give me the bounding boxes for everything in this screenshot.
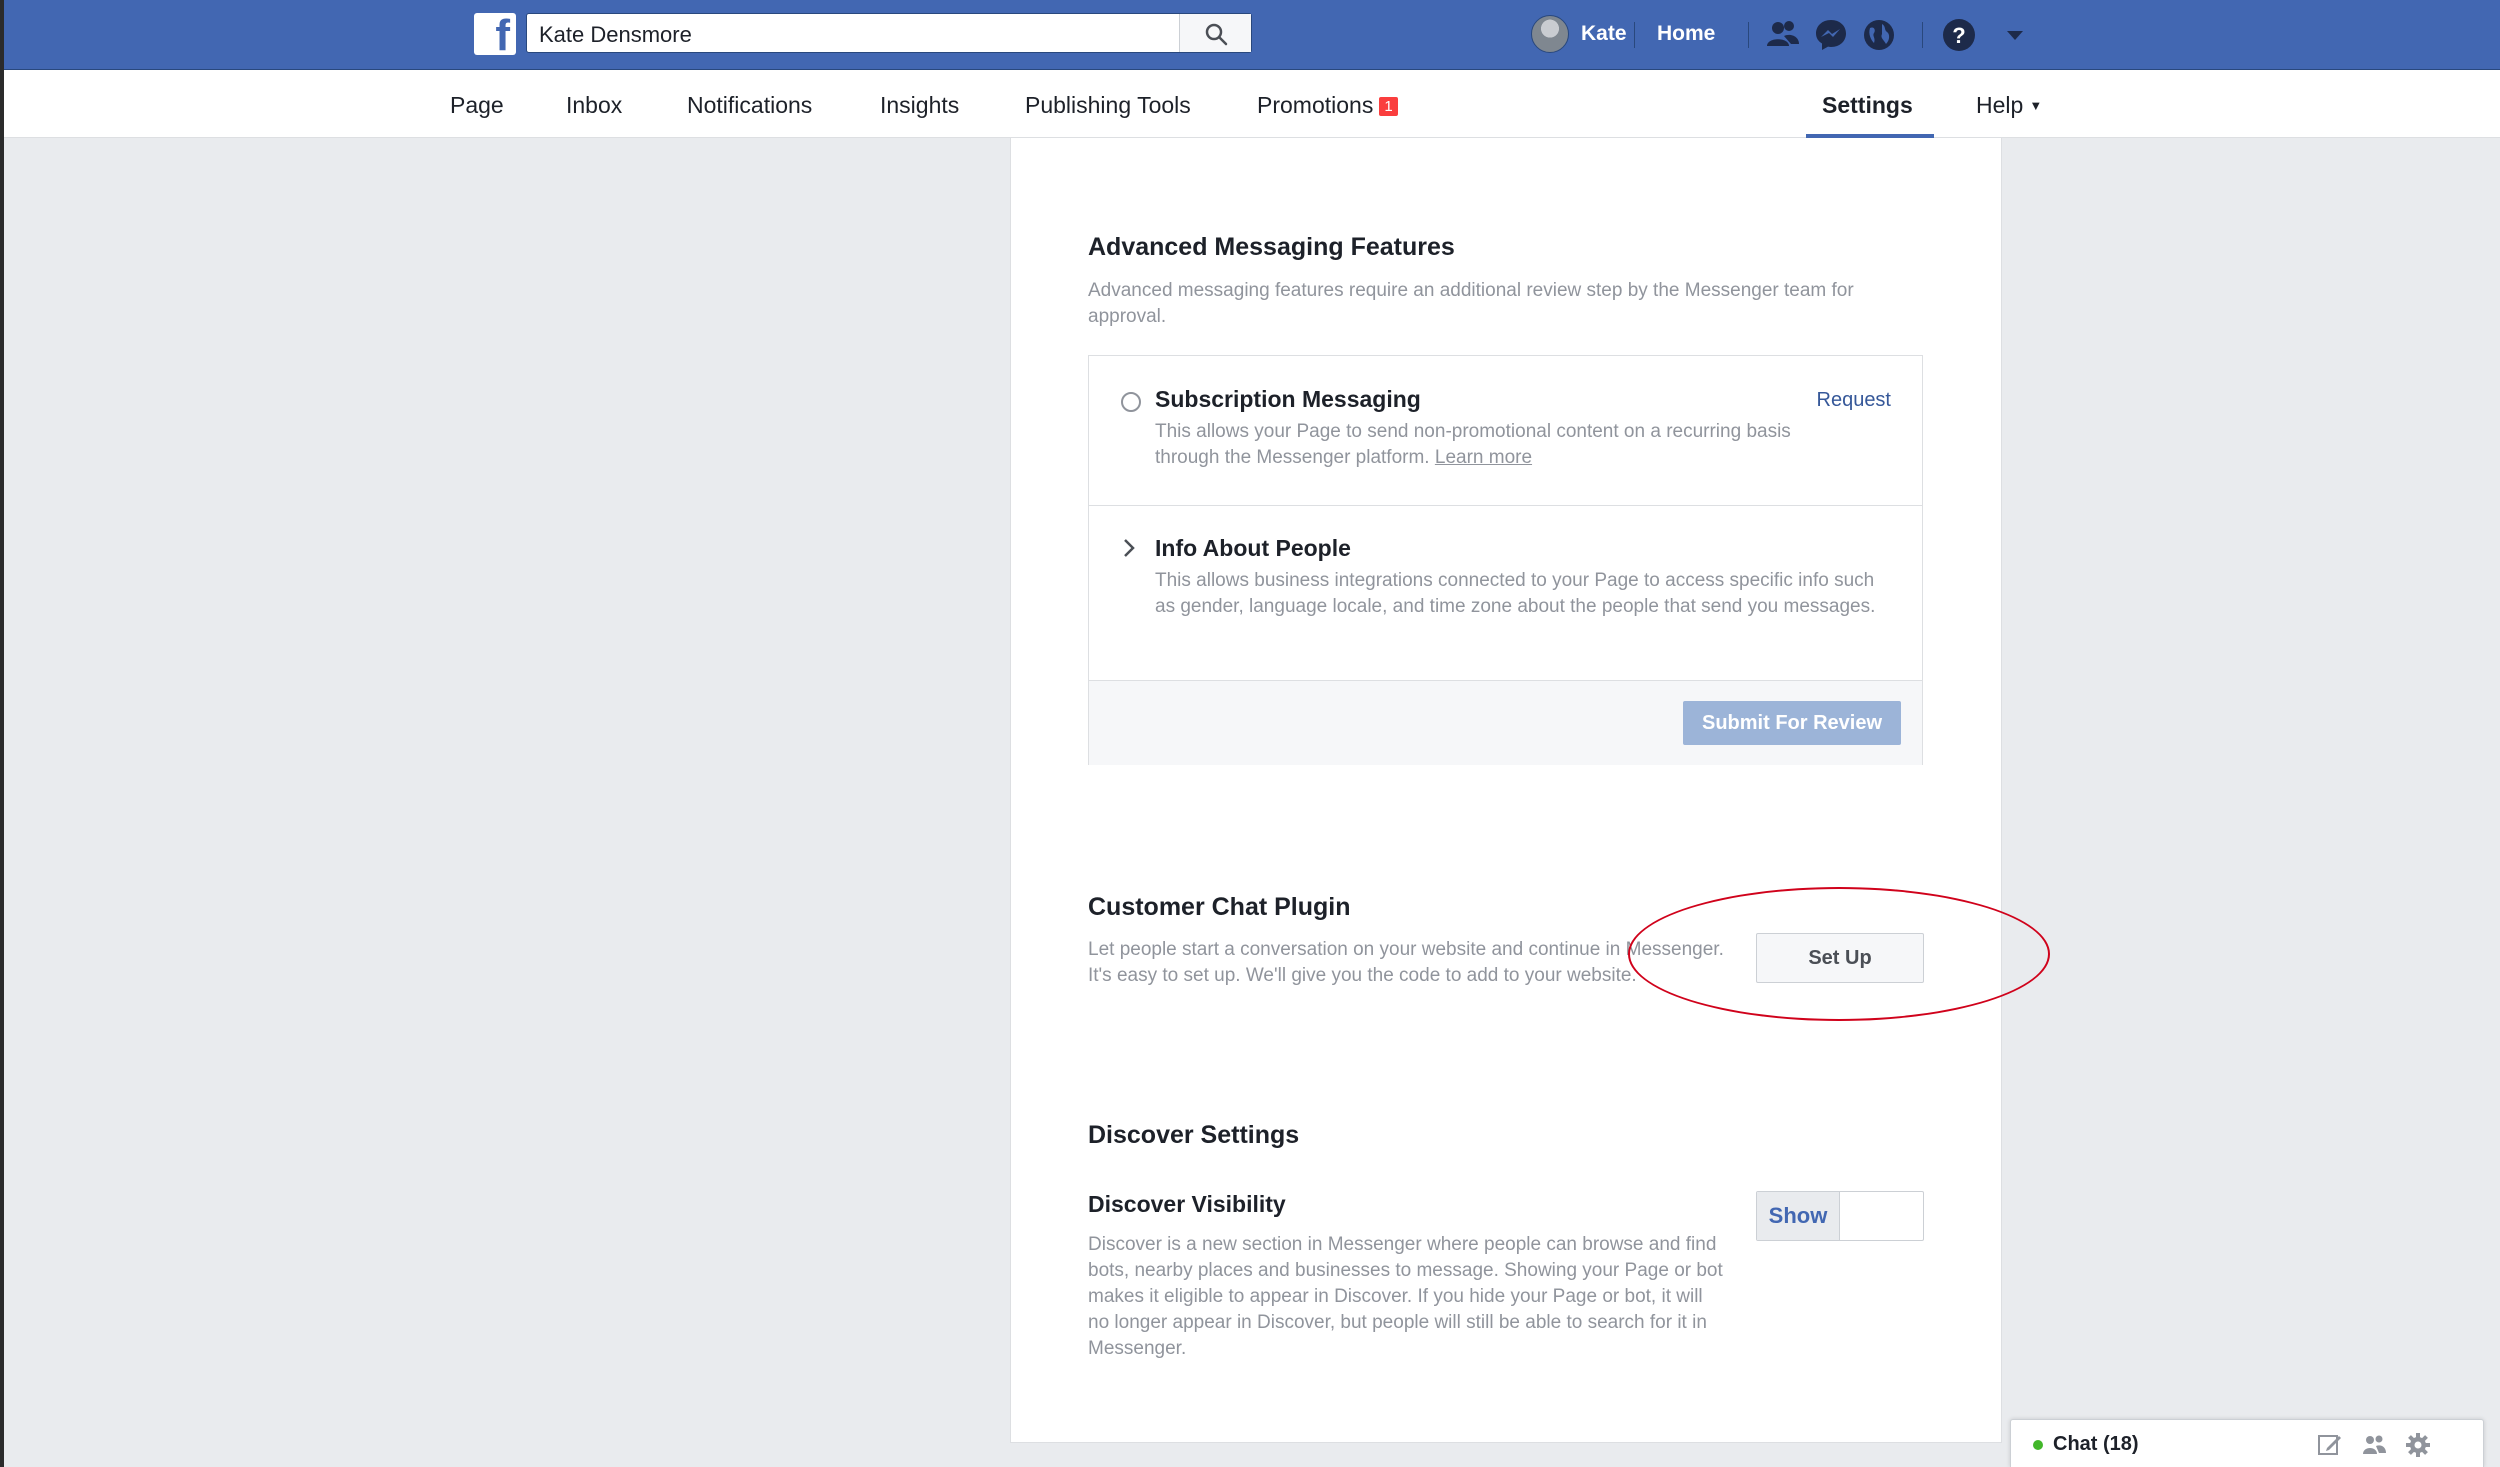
info-about-people-description: This allows business integrations connec… [1155,570,1876,617]
chat-label: Chat (18) [2053,1433,2139,1455]
chat-settings-gear-icon[interactable] [2405,1432,2431,1458]
request-link[interactable]: Request [1817,389,1892,412]
chat-sidebar-bar[interactable]: Chat (18) [2010,1419,2484,1467]
help-icon[interactable]: ? [1940,16,1978,54]
account-menu-chevron-down-icon[interactable] [1996,16,2034,54]
home-link[interactable]: Home [1657,22,1715,46]
subscription-messaging-radio[interactable] [1121,392,1141,412]
advanced-features-box: Subscription Messaging This allows your … [1088,355,1923,765]
feature-box-footer: Submit For Review [1089,681,1922,765]
tab-insights[interactable]: Insights [880,92,959,119]
search-icon [1205,23,1228,46]
subscription-messaging-description: This allows your Page to send non-promot… [1155,419,1815,471]
tab-help[interactable]: Help ▼ [1976,92,2042,119]
notifications-globe-icon[interactable] [1860,16,1898,54]
tab-settings[interactable]: Settings [1822,92,1913,119]
annotation-highlight-ellipse [1628,887,2050,1021]
info-about-people-title: Info About People [1155,535,1351,561]
tab-promotions-label: Promotions [1257,92,1374,118]
facebook-logo-icon[interactable]: f [474,13,516,58]
advanced-messaging-description: Advanced messaging features require an a… [1088,280,1854,327]
divider [1634,22,1635,48]
discover-settings-title: Discover Settings [1088,1121,1300,1149]
window-edge [0,0,4,1467]
caret-down-icon: ▼ [2029,98,2043,113]
search-button[interactable] [1179,14,1251,52]
tab-publishing-tools[interactable]: Publishing Tools [1025,92,1191,119]
tab-notifications[interactable]: Notifications [687,92,812,119]
advanced-messaging-title: Advanced Messaging Features [1088,233,1455,261]
discover-visibility-description: Discover is a new section in Messenger w… [1088,1234,1723,1359]
learn-more-link[interactable]: Learn more [1435,447,1532,468]
divider [1922,22,1923,48]
tab-promotions[interactable]: Promotions 1 [1257,92,1398,119]
profile-link[interactable]: Kate [1531,15,1627,53]
svg-text:?: ? [1952,23,1965,48]
submit-for-review-button[interactable]: Submit For Review [1683,701,1901,745]
tab-help-label: Help [1976,92,2024,118]
top-navigation-bar: f Kate Densmore Kate Home ? [4,0,2500,70]
info-about-people-row[interactable]: Info About People This allows business i… [1089,506,1922,681]
discover-visibility-toggle[interactable]: Show [1756,1191,1924,1241]
avatar [1531,15,1569,53]
settings-card: Advanced Messaging Features Advanced mes… [1010,138,2002,1443]
promotions-count-badge: 1 [1379,97,1398,116]
tab-inbox[interactable]: Inbox [566,92,622,119]
customer-chat-plugin-title: Customer Chat Plugin [1088,893,1351,921]
chevron-right-icon[interactable] [1119,538,1139,558]
profile-name: Kate [1581,22,1627,45]
page-tabs-bar: Page Inbox Notifications Insights Publis… [4,70,2500,138]
search-input[interactable]: Kate Densmore [526,13,1252,53]
subscription-messaging-row: Subscription Messaging This allows your … [1089,356,1922,506]
tab-page[interactable]: Page [450,92,504,119]
new-message-icon[interactable] [2317,1432,2343,1458]
divider [1748,22,1749,48]
create-group-icon[interactable] [2361,1432,2387,1458]
online-status-dot [2033,1440,2043,1450]
subscription-messaging-title: Subscription Messaging [1155,386,1421,412]
show-toggle-option[interactable]: Show [1757,1192,1840,1240]
discover-visibility-title: Discover Visibility [1088,1191,1286,1217]
messenger-icon[interactable] [1812,16,1850,54]
search-input-value[interactable]: Kate Densmore [539,22,692,48]
friend-requests-icon[interactable] [1764,16,1802,54]
